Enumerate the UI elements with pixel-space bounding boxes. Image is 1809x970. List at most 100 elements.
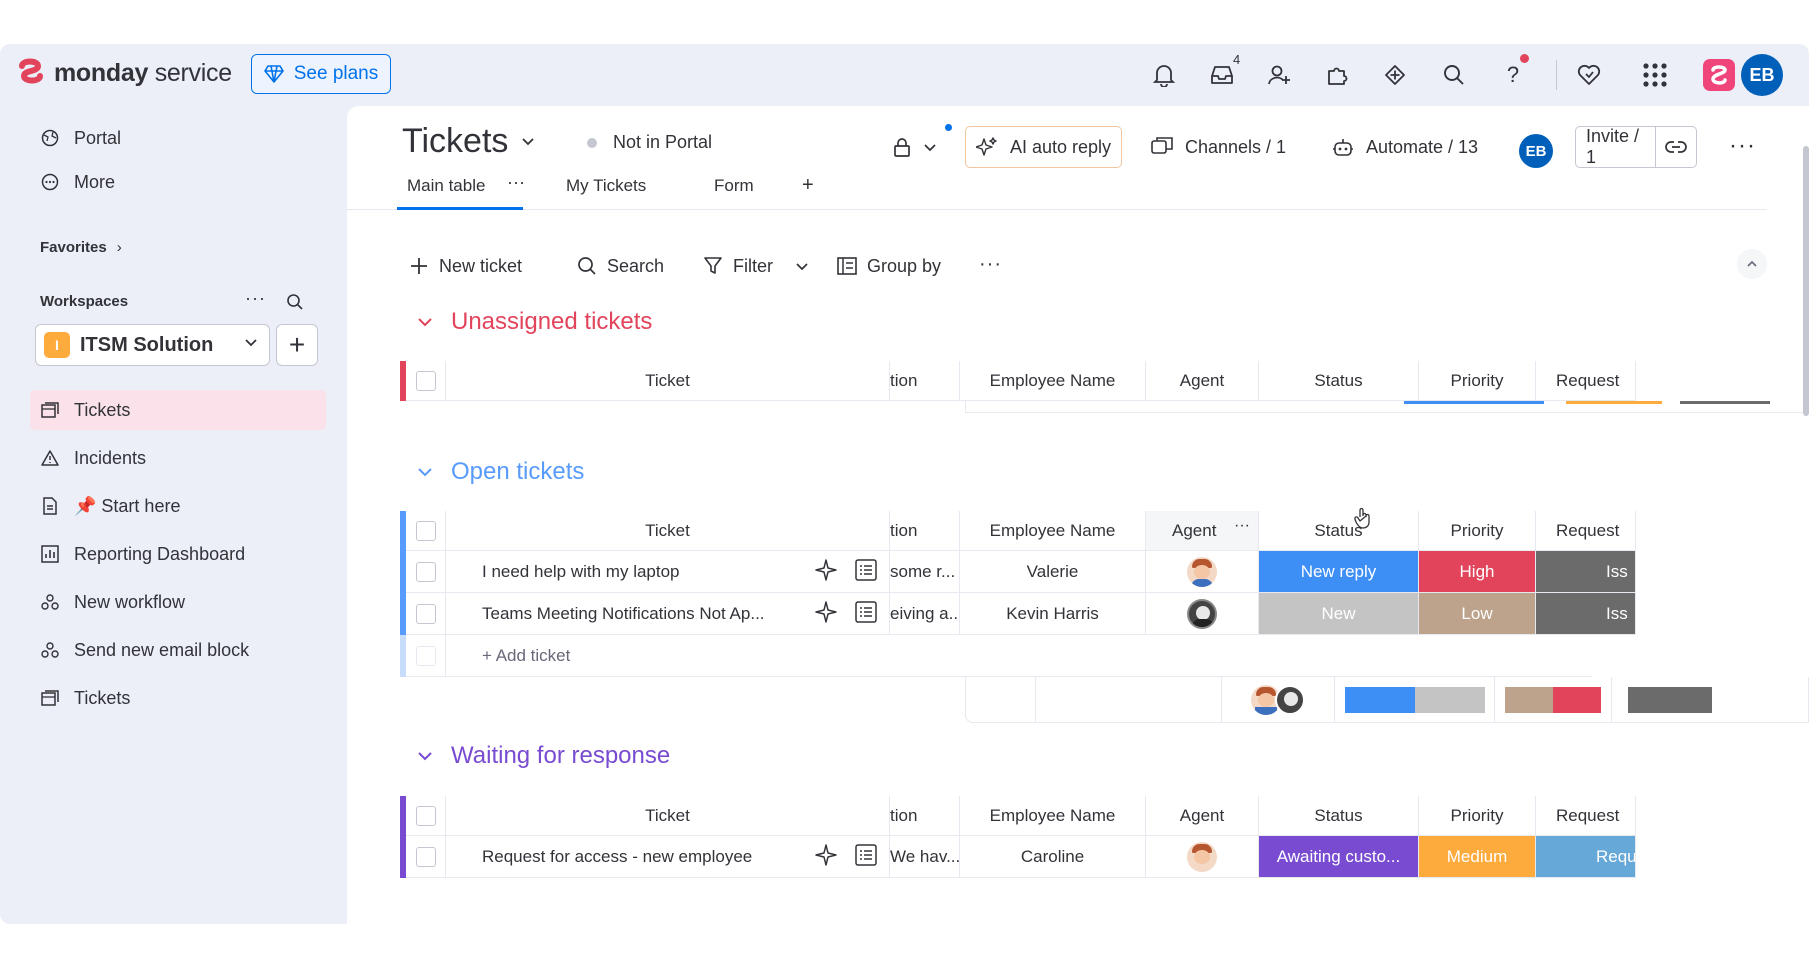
request-cell[interactable]: Requ xyxy=(1536,836,1636,878)
group-by-button[interactable]: Group by xyxy=(837,251,941,281)
new-ticket-button[interactable]: New ticket xyxy=(409,251,522,281)
priority-cell[interactable]: Low xyxy=(1419,593,1536,635)
ticket-name-cell[interactable]: Request for access - new employee xyxy=(446,836,890,878)
group-header-open[interactable]: Open tickets xyxy=(417,458,584,486)
description-cell[interactable]: We hav... xyxy=(890,836,960,878)
sidebar-item-more[interactable]: More xyxy=(40,164,115,200)
column-header-request[interactable]: Request xyxy=(1536,361,1636,401)
column-header-agent[interactable]: Agent xyxy=(1146,796,1259,836)
sparkle-icon[interactable] xyxy=(815,844,837,866)
apps-puzzle-icon[interactable] xyxy=(1320,58,1354,92)
column-header-priority[interactable]: Priority xyxy=(1419,796,1536,836)
product-switcher-icon[interactable] xyxy=(1703,59,1735,91)
description-cell[interactable]: eiving a... xyxy=(890,593,960,635)
column-header-request[interactable]: Request xyxy=(1536,796,1636,836)
ai-auto-reply-button[interactable]: AI auto reply xyxy=(965,126,1123,168)
board-title[interactable]: Tickets xyxy=(402,122,536,161)
portal-status[interactable]: Not in Portal xyxy=(587,132,712,153)
agent-cell[interactable] xyxy=(1146,593,1259,635)
sparkle-icon[interactable] xyxy=(815,601,837,623)
heart-icon[interactable] xyxy=(1572,58,1606,92)
column-header-employee[interactable]: Employee Name xyxy=(960,796,1146,836)
row-checkbox[interactable] xyxy=(415,846,436,867)
status-cell[interactable]: New reply xyxy=(1259,551,1419,593)
filter-button[interactable]: Filter xyxy=(703,251,809,281)
select-all-checkbox[interactable] xyxy=(415,805,436,826)
integrations-icon[interactable] xyxy=(1378,58,1412,92)
tab-form[interactable]: Form xyxy=(714,176,754,196)
sidebar-item-send-new-email-block[interactable]: Send new email block xyxy=(40,632,249,668)
tab-my-tickets[interactable]: My Tickets xyxy=(566,176,646,196)
status-cell[interactable]: Awaiting custo... xyxy=(1259,836,1419,878)
employee-cell[interactable]: Kevin Harris xyxy=(960,593,1146,635)
row-checkbox[interactable] xyxy=(415,603,436,624)
sidebar-item-tickets[interactable]: Tickets xyxy=(40,392,130,428)
agent-cell[interactable] xyxy=(1146,551,1259,593)
select-all-checkbox[interactable] xyxy=(415,370,436,391)
open-item-icon[interactable] xyxy=(855,844,877,866)
column-header-description[interactable]: tion xyxy=(890,361,960,401)
add-view-button[interactable]: + xyxy=(802,174,814,197)
description-cell[interactable]: some r... xyxy=(890,551,960,593)
request-cell[interactable]: Iss xyxy=(1536,551,1636,593)
search-button[interactable]: Search xyxy=(577,251,664,281)
help-icon[interactable]: ? xyxy=(1496,54,1530,92)
open-item-icon[interactable] xyxy=(855,601,877,623)
sidebar-item-new-workflow[interactable]: New workflow xyxy=(40,584,185,620)
priority-summary[interactable] xyxy=(1495,677,1612,722)
sidebar-item-start-here[interactable]: 📌 Start here xyxy=(40,488,180,524)
channels-button[interactable]: Channels / 1 xyxy=(1151,126,1286,168)
vertical-scrollbar[interactable] xyxy=(1803,146,1809,416)
invite-button[interactable]: Invite / 1 xyxy=(1575,126,1656,168)
board-more-icon[interactable]: ··· xyxy=(1729,132,1756,160)
board-permissions-button[interactable] xyxy=(893,124,952,168)
priority-cell[interactable]: Medium xyxy=(1419,836,1536,878)
collapse-toolbar-icon[interactable] xyxy=(1737,249,1767,279)
column-header-ticket[interactable]: Ticket xyxy=(446,361,890,401)
sparkle-icon[interactable] xyxy=(815,559,837,581)
sort-icon[interactable]: ⬍ xyxy=(1146,511,1258,514)
column-header-description[interactable]: tion xyxy=(890,796,960,836)
select-all-checkbox[interactable] xyxy=(415,520,436,541)
group-header-unassigned[interactable]: Unassigned tickets xyxy=(417,308,652,336)
column-header-priority[interactable]: Priority xyxy=(1419,361,1536,401)
ticket-name-cell[interactable]: I need help with my laptop xyxy=(446,551,890,593)
open-item-icon[interactable] xyxy=(855,559,877,581)
sidebar-item-portal[interactable]: Portal xyxy=(40,120,121,156)
invite-members-icon[interactable] xyxy=(1262,58,1296,92)
column-menu-icon[interactable]: ··· xyxy=(1234,517,1250,535)
agent-cell[interactable] xyxy=(1146,836,1259,878)
board-owner-avatar[interactable]: EB xyxy=(1519,134,1553,168)
sidebar-item-incidents[interactable]: Incidents xyxy=(40,440,146,476)
request-summary[interactable] xyxy=(1612,677,1712,722)
see-plans-button[interactable]: See plans xyxy=(251,54,391,94)
tab-main-table[interactable]: Main table xyxy=(407,176,485,196)
toolbar-more-icon[interactable]: ··· xyxy=(979,249,1002,279)
workspace-selector[interactable]: I ITSM Solution xyxy=(35,324,270,366)
column-header-status[interactable]: Status xyxy=(1259,361,1419,401)
brand-logo[interactable]: monday service xyxy=(18,58,232,88)
employee-cell[interactable]: Caroline xyxy=(960,836,1146,878)
row-checkbox[interactable] xyxy=(415,561,436,582)
column-header-status[interactable]: Status xyxy=(1259,796,1419,836)
group-header-waiting[interactable]: Waiting for response xyxy=(417,742,670,770)
column-header-priority[interactable]: Priority xyxy=(1419,511,1536,551)
column-header-agent[interactable]: Agent xyxy=(1146,361,1259,401)
add-ticket-button[interactable]: + Add ticket xyxy=(446,635,1592,677)
status-cell[interactable]: New xyxy=(1259,593,1419,635)
workspaces-more-icon[interactable]: ··· xyxy=(245,288,266,309)
automate-button[interactable]: Automate / 13 xyxy=(1332,126,1478,168)
column-header-request[interactable]: Request xyxy=(1536,511,1636,551)
status-summary[interactable] xyxy=(1335,677,1495,722)
user-avatar[interactable]: EB xyxy=(1741,54,1783,96)
favorites-header[interactable]: Favorites › xyxy=(40,239,122,256)
column-header-ticket[interactable]: Ticket xyxy=(446,796,890,836)
workspaces-search-icon[interactable] xyxy=(286,293,304,316)
inbox-icon[interactable]: 4 xyxy=(1205,52,1240,92)
table-row[interactable]: Request for access - new employee We hav… xyxy=(400,836,1636,878)
add-workspace-item-button[interactable]: + xyxy=(276,324,318,366)
request-cell[interactable]: Iss xyxy=(1536,593,1636,635)
ticket-name-cell[interactable]: Teams Meeting Notifications Not Ap... xyxy=(446,593,890,635)
sidebar-item-tickets-2[interactable]: Tickets xyxy=(40,680,130,716)
column-header-employee[interactable]: Employee Name xyxy=(960,511,1146,551)
